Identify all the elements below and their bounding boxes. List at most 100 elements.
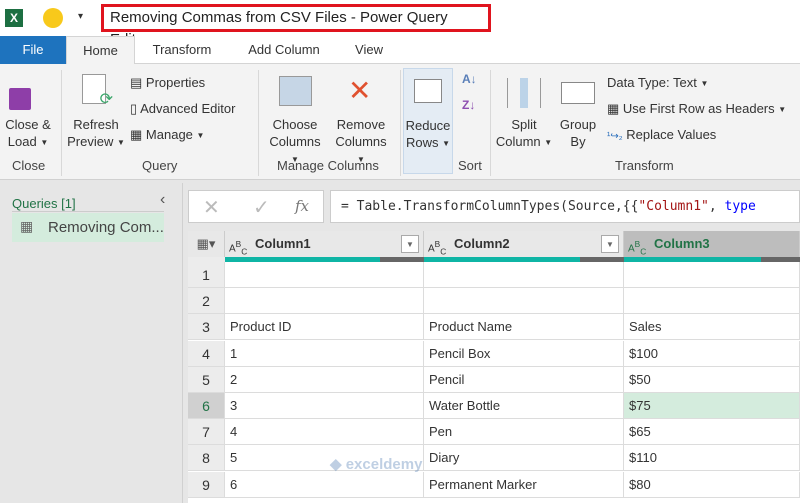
refresh-label-1: Refresh: [73, 117, 119, 132]
group-by-icon: [561, 82, 595, 104]
close-load-label-2: Load: [7, 134, 37, 149]
table-cell[interactable]: $100: [624, 340, 800, 367]
row-number[interactable]: 3: [188, 314, 225, 341]
replace-values-button[interactable]: ¹↪₂ Replace Values: [607, 126, 716, 145]
table-cell[interactable]: [225, 262, 424, 288]
filter-dropdown-button[interactable]: ▼: [401, 235, 419, 253]
formula-keyword: type: [724, 199, 756, 214]
tab-file[interactable]: File: [0, 36, 66, 64]
advanced-editor-button[interactable]: ▯ Advanced Editor: [130, 100, 235, 117]
table-cell[interactable]: [424, 262, 624, 288]
column-header-2[interactable]: ABC Column2 ▼: [424, 231, 624, 257]
sort-descending-icon[interactable]: Z↓: [462, 98, 475, 112]
choose-columns-label-2: Columns: [269, 134, 321, 149]
advanced-editor-label: Advanced Editor: [140, 101, 236, 116]
remove-columns-label-1: Remove: [336, 117, 386, 132]
reduce-rows-icon: [414, 79, 442, 103]
formula-text-mid: ,: [708, 199, 725, 214]
confirm-icon[interactable]: ✓: [253, 195, 270, 220]
table-cell[interactable]: Pencil: [424, 366, 624, 393]
remove-columns-label-2: Columns: [335, 134, 387, 149]
refresh-icon: ⟳: [82, 74, 113, 108]
advanced-editor-icon: ▯: [130, 101, 138, 116]
window-title: Removing Commas from CSV Files - Power Q…: [101, 4, 491, 48]
replace-values-label: Replace Values: [626, 127, 717, 142]
group-by-label-1: Group: [559, 117, 597, 132]
row-number[interactable]: 7: [188, 419, 225, 446]
watermark-logo: ◆ exceldemy: [330, 456, 423, 473]
use-first-row-headers-button[interactable]: ▦ Use First Row as Headers ▼: [607, 100, 786, 118]
manage-button[interactable]: ▦ Manage ▼: [130, 126, 204, 144]
table-cell[interactable]: $65: [624, 419, 800, 446]
close-load-icon: [9, 88, 31, 110]
tab-home[interactable]: Home: [66, 36, 135, 65]
table-cell[interactable]: 1: [225, 340, 424, 367]
table-icon: ▦: [607, 101, 620, 116]
table-cell[interactable]: [624, 262, 800, 288]
column-name: Column1: [255, 236, 311, 251]
row-number[interactable]: 4: [188, 340, 225, 367]
formula-text: = Table.TransformColumnTypes(Source,{{: [341, 199, 639, 214]
split-column-label-1: Split: [511, 117, 537, 132]
queries-pane: Queries [1] ‹ ▦ Removing Com...: [0, 183, 183, 503]
cancel-icon[interactable]: ✕: [203, 195, 220, 220]
row-number[interactable]: 1: [188, 262, 225, 288]
table-icon: ▦: [20, 218, 34, 234]
filter-dropdown-button[interactable]: ▼: [601, 235, 619, 253]
split-column-label-2: Column: [495, 134, 541, 149]
tab-add-column[interactable]: Add Column: [240, 36, 328, 64]
table-cell[interactable]: Water Bottle: [424, 393, 624, 419]
group-label-sort: Sort: [458, 158, 482, 173]
table-cell[interactable]: [624, 288, 800, 315]
row-number[interactable]: 5: [188, 366, 225, 393]
table-menu-button[interactable]: ▦▾: [188, 231, 225, 257]
table-cell[interactable]: Product Name: [424, 314, 624, 341]
collapse-pane-icon[interactable]: ‹: [160, 191, 165, 209]
excel-icon: X: [5, 9, 23, 27]
column-header-3[interactable]: ABC Column3: [624, 231, 800, 257]
group-label-close: Close: [12, 158, 46, 173]
refresh-label-2: Preview: [67, 134, 114, 149]
group-label-transform: Transform: [615, 158, 674, 173]
smiley-feedback-icon[interactable]: [43, 8, 63, 28]
tab-view[interactable]: View: [345, 36, 393, 64]
properties-button[interactable]: ▤ Properties: [130, 74, 205, 91]
sort-ascending-icon[interactable]: A↓: [462, 72, 477, 86]
row-number[interactable]: 6: [188, 393, 225, 419]
table-cell[interactable]: [225, 288, 424, 315]
table-cell[interactable]: 2: [225, 366, 424, 393]
group-label-manage-columns: Manage Columns: [277, 158, 379, 173]
table-cell[interactable]: 6: [225, 471, 424, 498]
table-cell[interactable]: Product ID: [225, 314, 424, 341]
table-cell[interactable]: $80: [624, 471, 800, 498]
formula-input[interactable]: = Table.TransformColumnTypes(Source,{{"C…: [330, 190, 800, 223]
data-type-dropdown[interactable]: Data Type: Text ▼: [607, 74, 708, 92]
reduce-rows-label-2: Rows: [405, 135, 439, 150]
row-number[interactable]: 8: [188, 445, 225, 472]
row-number[interactable]: 9: [188, 471, 225, 498]
table-cell[interactable]: $50: [624, 366, 800, 393]
reduce-rows-label-1: Reduce: [405, 118, 451, 133]
query-item[interactable]: ▦ Removing Com...: [12, 213, 164, 242]
table-cell[interactable]: [424, 288, 624, 315]
manage-icon: ▦: [130, 127, 143, 142]
row-number[interactable]: 2: [188, 288, 225, 315]
table-cell[interactable]: Pen: [424, 419, 624, 446]
table-cell[interactable]: $75: [624, 393, 800, 419]
table-cell[interactable]: $110: [624, 445, 800, 472]
column-header-1[interactable]: ABC Column1 ▼: [225, 231, 424, 257]
tab-transform[interactable]: Transform: [140, 36, 224, 64]
fx-icon[interactable]: fx: [295, 197, 309, 215]
choose-columns-label-1: Choose: [272, 117, 318, 132]
table-cell[interactable]: 3: [225, 393, 424, 419]
choose-columns-icon: [279, 76, 312, 106]
table-cell[interactable]: Permanent Marker: [424, 471, 624, 498]
table-cell[interactable]: Sales: [624, 314, 800, 341]
table-cell[interactable]: 4: [225, 419, 424, 446]
properties-icon: ▤: [130, 75, 143, 90]
table-cell[interactable]: Pencil Box: [424, 340, 624, 367]
table-cell[interactable]: Diary: [424, 445, 624, 472]
queries-header: Queries [1]: [12, 196, 76, 211]
reduce-rows-button[interactable]: Reduce Rows ▼: [403, 68, 453, 174]
quick-access-dropdown-icon[interactable]: ▾: [78, 11, 83, 22]
